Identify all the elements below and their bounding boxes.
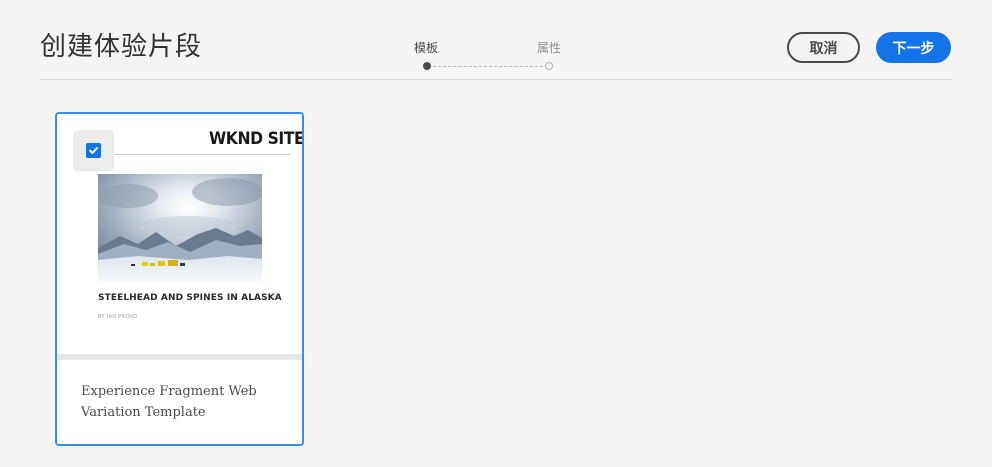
- template-title: Experience Fragment Web Variation Templa…: [81, 384, 257, 420]
- step-indicator-properties: [545, 62, 553, 70]
- page-title: 创建体验片段: [40, 32, 203, 62]
- hero-image: [98, 174, 262, 281]
- header-divider: [40, 79, 952, 80]
- step-label-properties: 属性: [537, 41, 562, 55]
- preview-divider: [97, 154, 290, 155]
- site-logo: WKND SITE: [209, 129, 304, 149]
- template-preview: WKND SITE STEELHEAD AND SPINES IN ALASKA…: [57, 114, 302, 354]
- step-label-template: 模板: [414, 41, 439, 55]
- article-byline: BY IAN PROVO: [98, 314, 138, 320]
- template-card[interactable]: WKND SITE STEELHEAD AND SPINES IN ALASKA…: [55, 112, 304, 446]
- step-connector: [433, 65, 543, 67]
- template-card-footer: Experience Fragment Web Variation Templa…: [57, 360, 302, 444]
- select-checkbox-container[interactable]: [73, 130, 114, 171]
- cancel-button[interactable]: 取消: [787, 32, 860, 63]
- select-checkbox[interactable]: [86, 143, 101, 158]
- step-indicator-template: [423, 62, 431, 70]
- wizard-header: 创建体验片段 模板 属性 取消 下一步: [0, 0, 992, 80]
- checkmark-icon: [89, 147, 98, 154]
- article-title: STEELHEAD AND SPINES IN ALASKA: [98, 293, 282, 303]
- next-button[interactable]: 下一步: [876, 32, 951, 63]
